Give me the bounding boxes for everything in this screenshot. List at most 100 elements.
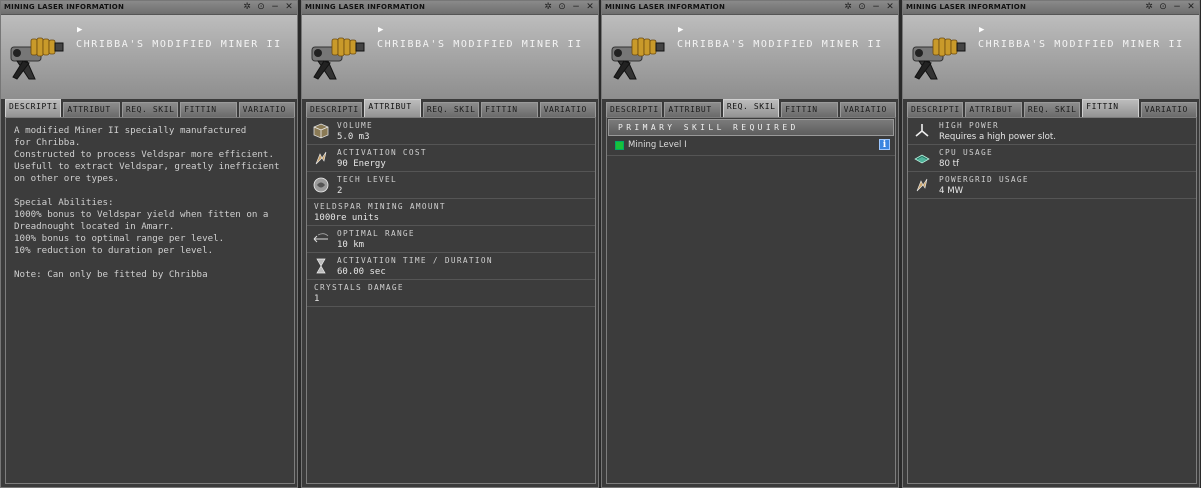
tab-attributes[interactable]: ATTRIBUT — [664, 102, 721, 117]
powergrid-icon — [916, 178, 928, 192]
tab-variations[interactable]: VARIATIO — [839, 102, 897, 117]
hourglass-icon — [316, 258, 326, 274]
settings-button[interactable]: ⊙ — [856, 2, 868, 14]
fitting-row-cpu-usage: CPU USAGE 80 tf — [908, 145, 1196, 172]
tab-variations[interactable]: VARIATIO — [238, 102, 296, 117]
attribute-value: 1 — [314, 294, 320, 304]
close-button[interactable]: ✕ — [884, 2, 896, 14]
close-button[interactable]: ✕ — [283, 2, 295, 14]
attribute-value: 2 — [337, 186, 343, 196]
attribute-label: TECH LEVEL — [337, 175, 397, 184]
skills-section-header: PRIMARY SKILL REQUIRED — [608, 119, 894, 136]
pin-button[interactable]: ✲ — [241, 2, 253, 14]
tab-variations[interactable]: VARIATIO — [1140, 102, 1198, 117]
tab-variations[interactable]: VARIATIO — [539, 102, 597, 117]
attributes-panel[interactable]: VOLUME 5.0 m3 ACTIVATION COST 90 Energy … — [306, 117, 596, 484]
info-window-required-skills: MINING LASER INFORMATION ✲ ⊙ − ✕ ▶ CHRIB… — [601, 0, 899, 488]
cpu-icon — [914, 154, 930, 164]
attribute-value: 5.0 m3 — [337, 132, 370, 142]
fitting-label: HIGH POWER — [939, 121, 999, 130]
skill-trained-indicator — [615, 141, 624, 150]
mining-laser-icon[interactable] — [604, 29, 668, 89]
skill-row[interactable]: Mining Level I i — [607, 136, 895, 156]
info-window-description: MINING LASER INFORMATION ✲ ⊙ − ✕ ▶ CHRIB… — [0, 0, 298, 488]
minimize-button[interactable]: − — [269, 2, 281, 14]
tab-description[interactable]: DESCRIPTI — [907, 102, 964, 117]
skill-name: Mining Level I — [628, 140, 687, 150]
attribute-label: ACTIVATION COST — [337, 148, 427, 157]
window-titlebar[interactable]: MINING LASER INFORMATION ✲ ⊙ − ✕ — [903, 1, 1199, 15]
required-skills-panel[interactable]: PRIMARY SKILL REQUIRED Mining Level I i — [606, 117, 896, 484]
tech-level-icon — [313, 177, 329, 193]
item-header: ▶ CHRIBBA'S MODIFIED MINER II — [1, 15, 297, 99]
tab-fitting[interactable]: FITTIN — [180, 102, 237, 117]
fitting-value: Requires a high power slot. — [939, 132, 1056, 142]
window-titlebar[interactable]: MINING LASER INFORMATION ✲ ⊙ − ✕ — [1, 1, 297, 15]
info-window-attributes: MINING LASER INFORMATION ✲ ⊙ − ✕ ▶ CHRIB… — [301, 0, 599, 488]
attribute-row-volume: VOLUME 5.0 m3 — [307, 118, 595, 145]
fitting-row-high-power: HIGH POWER Requires a high power slot. — [908, 118, 1196, 145]
item-header: ▶ CHRIBBA'S MODIFIED MINER II — [903, 15, 1199, 99]
expand-arrow-icon[interactable]: ▶ — [678, 25, 683, 35]
high-power-icon — [915, 124, 929, 137]
attribute-label: VELDSPAR MINING AMOUNT — [314, 202, 446, 211]
attribute-row-tech-level: TECH LEVEL 2 — [307, 172, 595, 199]
mining-laser-icon[interactable] — [905, 29, 969, 89]
description-text: A modified Miner II specially manufactur… — [14, 125, 280, 280]
settings-button[interactable]: ⊙ — [255, 2, 267, 14]
attribute-value: 90 Energy — [337, 159, 386, 169]
tab-required-skills[interactable]: REQ. SKIL — [1023, 102, 1081, 117]
attribute-row-activation-cost: ACTIVATION COST 90 Energy — [307, 145, 595, 172]
attribute-label: CRYSTALS DAMAGE — [314, 283, 404, 292]
tab-required-skills[interactable]: REQ. SKIL — [722, 99, 780, 117]
minimize-button[interactable]: − — [570, 2, 582, 14]
window-titlebar[interactable]: MINING LASER INFORMATION ✲ ⊙ − ✕ — [302, 1, 598, 15]
close-button[interactable]: ✕ — [1185, 2, 1197, 14]
tab-fitting[interactable]: FITTIN — [481, 102, 538, 117]
mining-laser-icon[interactable] — [3, 29, 67, 89]
pin-button[interactable]: ✲ — [542, 2, 554, 14]
pin-button[interactable]: ✲ — [842, 2, 854, 14]
item-header: ▶ CHRIBBA'S MODIFIED MINER II — [302, 15, 598, 99]
item-name: CHRIBBA'S MODIFIED MINER II — [377, 39, 583, 50]
settings-button[interactable]: ⊙ — [1157, 2, 1169, 14]
tab-attributes[interactable]: ATTRIBUT — [965, 102, 1022, 117]
attribute-value: 1000re units — [314, 213, 380, 223]
tab-fitting[interactable]: FITTIN — [781, 102, 838, 117]
window-title: MINING LASER INFORMATION — [4, 3, 125, 11]
minimize-button[interactable]: − — [1171, 2, 1183, 14]
close-button[interactable]: ✕ — [584, 2, 596, 14]
fitting-panel[interactable]: HIGH POWER Requires a high power slot. C… — [907, 117, 1197, 484]
expand-arrow-icon[interactable]: ▶ — [378, 25, 383, 35]
tab-attributes[interactable]: ATTRIBUT — [63, 102, 120, 117]
tab-bar: DESCRIPTI ATTRIBUT REQ. SKIL FITTIN VARI… — [907, 99, 1198, 117]
fitting-row-powergrid-usage: POWERGRID USAGE 4 MW — [908, 172, 1196, 199]
item-name: CHRIBBA'S MODIFIED MINER II — [677, 39, 883, 50]
fitting-value: 4 MW — [939, 186, 964, 196]
item-name: CHRIBBA'S MODIFIED MINER II — [76, 39, 282, 50]
attribute-row-optimal-range: OPTIMAL RANGE 10 km — [307, 226, 595, 253]
tab-description[interactable]: DESCRIPTI — [606, 102, 663, 117]
tab-description[interactable]: DESCRIPTI — [5, 99, 62, 117]
fitting-value: 80 tf — [939, 159, 960, 169]
mining-laser-icon[interactable] — [304, 29, 368, 89]
tab-attributes[interactable]: ATTRIBUT — [364, 99, 421, 117]
tab-bar: DESCRIPTI ATTRIBUT REQ. SKIL FITTIN VARI… — [606, 99, 897, 117]
info-icon[interactable]: i — [879, 139, 890, 150]
expand-arrow-icon[interactable]: ▶ — [77, 25, 82, 35]
tab-required-skills[interactable]: REQ. SKIL — [422, 102, 480, 117]
window-titlebar[interactable]: MINING LASER INFORMATION ✲ ⊙ − ✕ — [602, 1, 898, 15]
tab-fitting[interactable]: FITTIN — [1082, 99, 1139, 117]
pin-button[interactable]: ✲ — [1143, 2, 1155, 14]
settings-button[interactable]: ⊙ — [556, 2, 568, 14]
tab-description[interactable]: DESCRIPTI — [306, 102, 363, 117]
info-window-fitting: MINING LASER INFORMATION ✲ ⊙ − ✕ ▶ CHRIB… — [902, 0, 1200, 488]
tab-bar: DESCRIPTI ATTRIBUT REQ. SKIL FITTIN VARI… — [306, 99, 597, 117]
item-header: ▶ CHRIBBA'S MODIFIED MINER II — [602, 15, 898, 99]
expand-arrow-icon[interactable]: ▶ — [979, 25, 984, 35]
fitting-label: POWERGRID USAGE — [939, 175, 1029, 184]
minimize-button[interactable]: − — [870, 2, 882, 14]
attribute-label: OPTIMAL RANGE — [337, 229, 415, 238]
description-panel[interactable]: A modified Miner II specially manufactur… — [5, 117, 295, 484]
tab-required-skills[interactable]: REQ. SKIL — [121, 102, 179, 117]
